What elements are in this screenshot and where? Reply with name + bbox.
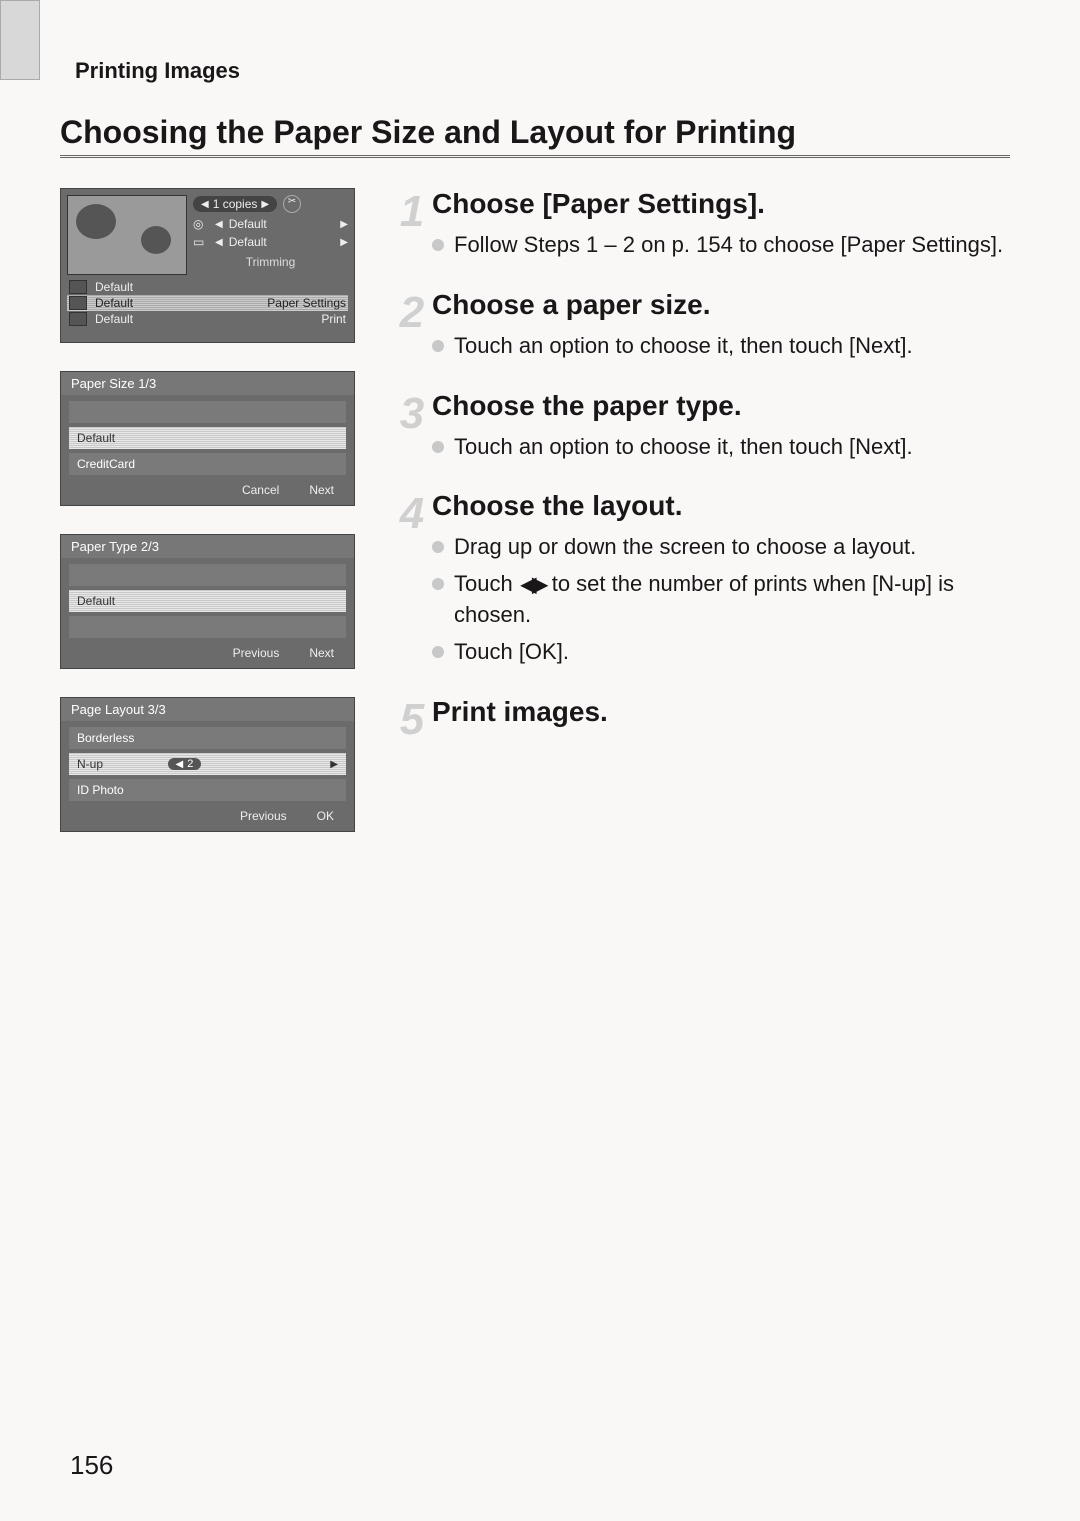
- date-value[interactable]: Default: [229, 235, 335, 249]
- step-heading: Print images.: [432, 696, 1010, 728]
- step-number: 1: [392, 188, 432, 267]
- section-title: Choosing the Paper Size and Layout for P…: [60, 114, 1010, 151]
- crop-icon[interactable]: ✂: [283, 195, 301, 213]
- effect-value[interactable]: Default: [229, 217, 335, 231]
- step-heading: Choose the paper type.: [432, 390, 1010, 422]
- title-rule: [60, 155, 1010, 158]
- trimming-button[interactable]: Trimming: [193, 255, 348, 269]
- left-arrow-icon: ◀: [201, 199, 209, 210]
- paper-type-title: Paper Type 2/3: [61, 535, 354, 558]
- step-body: Print images.: [432, 696, 1010, 742]
- layout-row[interactable]: Default Print: [67, 311, 348, 327]
- effect-icon: ◎: [193, 217, 209, 231]
- steps-column: 1Choose [Paper Settings]. Follow Steps 1 …: [392, 188, 1010, 832]
- print-settings-panel: ◀ 1 copies ▶ ✂ ◎ ◀ Default ▶ ▭: [60, 188, 355, 343]
- step-bullet: Touch [OK].: [432, 637, 1010, 668]
- paper-type-icon: [69, 296, 87, 310]
- bullet-icon: [432, 541, 444, 553]
- next-button[interactable]: Next: [309, 646, 334, 660]
- step-bullet: Touch an option to choose it, then touch…: [432, 331, 1010, 362]
- left-arrow-icon: ◀: [176, 759, 184, 770]
- ok-button[interactable]: OK: [317, 809, 334, 823]
- step-bullet: Touch an option to choose it, then touch…: [432, 432, 1010, 463]
- list-item[interactable]: Default: [69, 590, 346, 612]
- step-number: 2: [392, 289, 432, 368]
- page-tab: [0, 0, 40, 80]
- content: ◀ 1 copies ▶ ✂ ◎ ◀ Default ▶ ▭: [60, 188, 1010, 832]
- step-body: Choose the paper type. Touch an option to…: [432, 390, 1010, 469]
- step-body: Choose the layout. Drag up or down the sc…: [432, 490, 1010, 673]
- list-item[interactable]: [69, 616, 346, 638]
- paper-size-panel: Paper Size 1/3 Default CreditCard Cancel…: [60, 371, 355, 506]
- screenshots-column: ◀ 1 copies ▶ ✂ ◎ ◀ Default ▶ ▭: [60, 188, 360, 832]
- bullet-icon: [432, 578, 444, 590]
- chapter-label: Printing Images: [75, 58, 1010, 84]
- step-bullet: Follow Steps 1 – 2 on p. 154 to choose […: [432, 230, 1010, 261]
- list-item[interactable]: [69, 401, 346, 423]
- nup-stepper[interactable]: ◀ 2: [168, 758, 202, 770]
- step-bullet: Drag up or down the screen to choose a l…: [432, 532, 1010, 563]
- step: 3Choose the paper type. Touch an option t…: [392, 390, 1010, 469]
- bullet-icon: [432, 340, 444, 352]
- page-number: 156: [70, 1450, 113, 1481]
- step-heading: Choose the layout.: [432, 490, 1010, 522]
- copies-field[interactable]: ◀ 1 copies ▶: [193, 196, 277, 212]
- next-button[interactable]: Next: [309, 483, 334, 497]
- list-item[interactable]: Default: [69, 427, 346, 449]
- layout-icon: [69, 312, 87, 326]
- previous-button[interactable]: Previous: [233, 646, 280, 660]
- step-number: 5: [392, 696, 432, 742]
- step-heading: Choose a paper size.: [432, 289, 1010, 321]
- step: 1Choose [Paper Settings]. Follow Steps 1 …: [392, 188, 1010, 267]
- bullet-icon: [432, 646, 444, 658]
- list-item[interactable]: Borderless: [69, 727, 346, 749]
- paper-type-row[interactable]: Default Paper Settings: [67, 295, 348, 311]
- bullet-icon: [432, 441, 444, 453]
- list-item[interactable]: N-up ◀ 2 ▶: [69, 753, 346, 775]
- list-item[interactable]: ID Photo: [69, 779, 346, 801]
- page-layout-panel: Page Layout 3/3 Borderless N-up ◀ 2 ▶ ID…: [60, 697, 355, 832]
- date-icon: ▭: [193, 235, 209, 249]
- cancel-button[interactable]: Cancel: [242, 483, 279, 497]
- step-bullet: Touch ◀▶ to set the number of prints whe…: [432, 569, 1010, 631]
- step: 5Print images.: [392, 696, 1010, 742]
- step-number: 3: [392, 390, 432, 469]
- step-body: Choose a paper size. Touch an option to c…: [432, 289, 1010, 368]
- paper-size-title: Paper Size 1/3: [61, 372, 354, 395]
- paper-size-icon: [69, 280, 87, 294]
- paper-settings-highlight: Paper Settings: [267, 296, 346, 310]
- paper-size-row[interactable]: Default: [67, 279, 348, 295]
- left-right-arrows-icon: ◀▶: [521, 571, 544, 599]
- thumbnail-image: [67, 195, 187, 275]
- right-arrow-icon: ▶: [261, 199, 269, 210]
- print-label: Print: [321, 312, 346, 326]
- paper-type-panel: Paper Type 2/3 Default Previous Next: [60, 534, 355, 669]
- step: 2Choose a paper size. Touch an option to …: [392, 289, 1010, 368]
- step-number: 4: [392, 490, 432, 673]
- previous-button[interactable]: Previous: [240, 809, 287, 823]
- step: 4Choose the layout. Drag up or down the s…: [392, 490, 1010, 673]
- list-item[interactable]: [69, 564, 346, 586]
- bullet-icon: [432, 239, 444, 251]
- copies-value: 1 copies: [213, 197, 258, 211]
- right-arrow-icon[interactable]: ▶: [330, 759, 338, 770]
- list-item[interactable]: CreditCard: [69, 453, 346, 475]
- step-heading: Choose [Paper Settings].: [432, 188, 1010, 220]
- step-body: Choose [Paper Settings]. Follow Steps 1 –…: [432, 188, 1010, 267]
- page-layout-title: Page Layout 3/3: [61, 698, 354, 721]
